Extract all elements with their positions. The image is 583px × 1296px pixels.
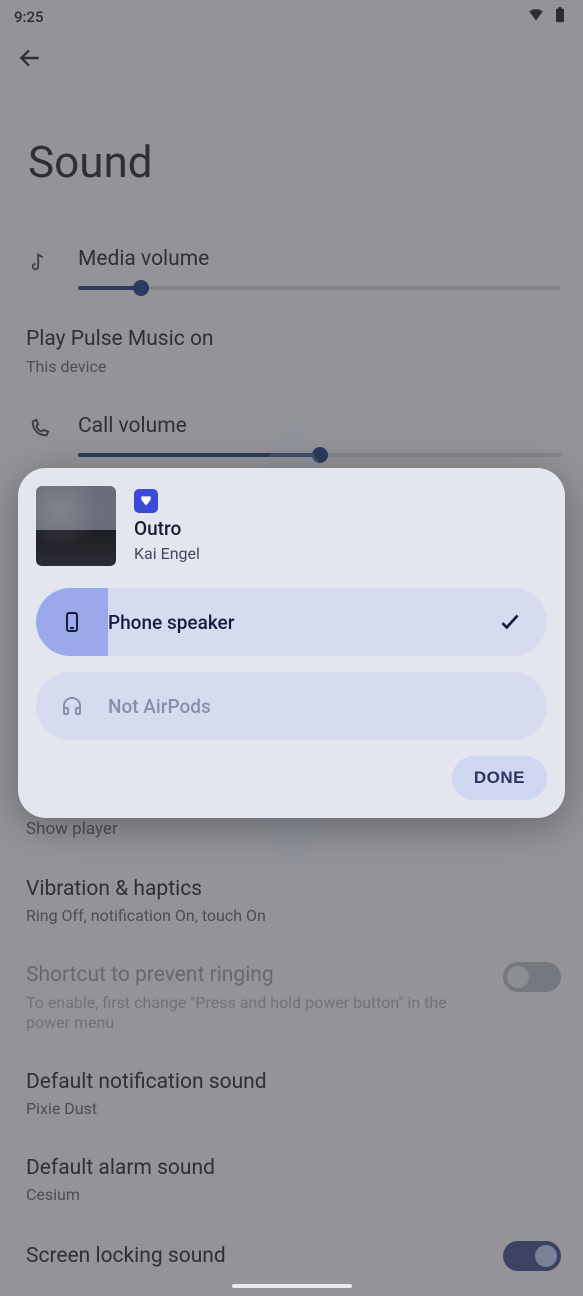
output-not-airpods[interactable]: Not AirPods xyxy=(36,672,547,740)
now-playing-row: Outro Kai Engel xyxy=(36,486,547,566)
check-icon xyxy=(497,609,523,635)
track-title: Outro xyxy=(134,517,200,540)
track-artist: Kai Engel xyxy=(134,544,200,563)
phone-speaker-icon xyxy=(36,588,108,656)
output-label: Phone speaker xyxy=(108,611,497,634)
headphones-icon xyxy=(36,672,108,740)
app-badge-icon xyxy=(134,489,158,513)
output-label: Not AirPods xyxy=(108,695,523,718)
output-phone-speaker[interactable]: Phone speaker xyxy=(36,588,547,656)
album-art xyxy=(36,486,116,566)
done-button[interactable]: DONE xyxy=(452,756,547,800)
output-switcher-dialog: Outro Kai Engel Phone speaker Not AirPod… xyxy=(18,468,565,818)
nav-handle[interactable] xyxy=(232,1284,352,1288)
